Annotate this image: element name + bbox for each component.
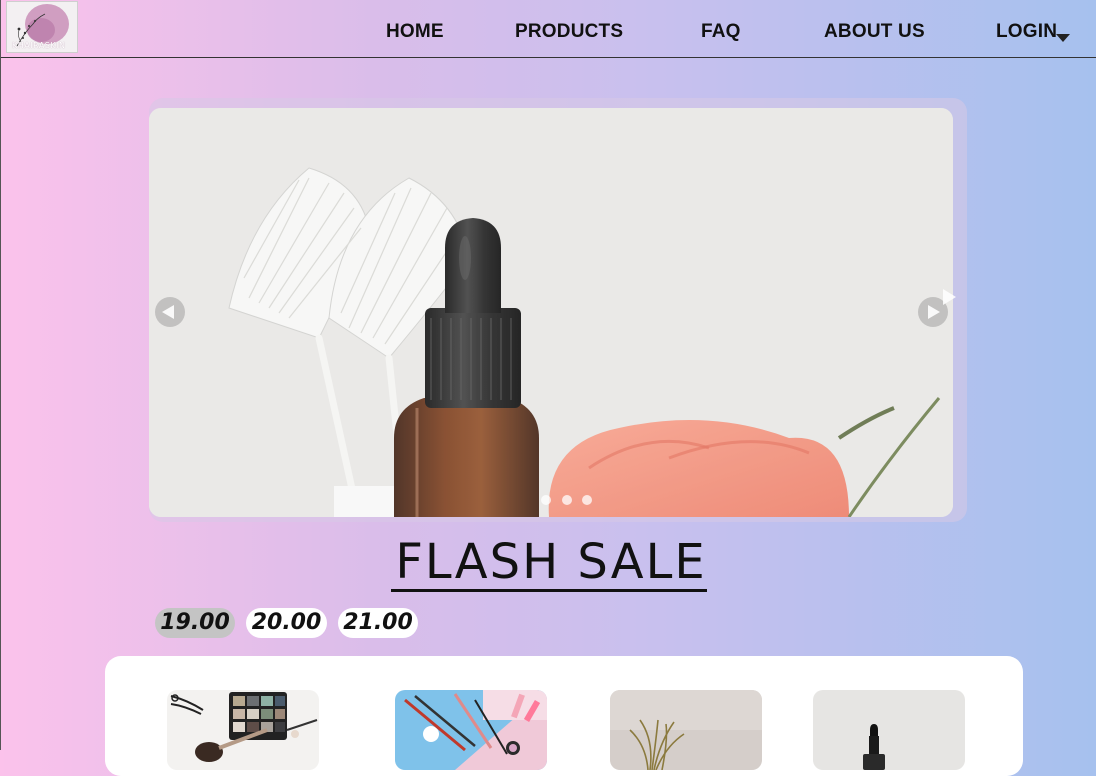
makeup-brushes-image xyxy=(395,690,547,770)
logo-text: KHAIRASKIN xyxy=(12,41,66,50)
nav-login-link[interactable]: LOGIN xyxy=(996,21,1057,43)
time-slot-2000[interactable]: 20.00 xyxy=(246,608,327,638)
flash-sale-title: FLASH SALE xyxy=(391,535,707,592)
top-navbar: KHAIRASKIN HOME PRODUCTS FAQ ABOUT US LO… xyxy=(1,0,1096,58)
carousel-dot-1[interactable] xyxy=(541,495,551,505)
time-slot-2100[interactable]: 21.00 xyxy=(338,608,418,638)
brand-logo[interactable]: KHAIRASKIN xyxy=(6,1,78,53)
product-card-eyeshadow[interactable] xyxy=(167,690,319,770)
hero-carousel[interactable] xyxy=(149,108,953,517)
triangle-left-icon xyxy=(162,305,174,319)
nav-home-link[interactable]: HOME xyxy=(386,21,444,43)
triangle-right-icon xyxy=(943,289,956,305)
nav-about-link[interactable]: ABOUT US xyxy=(824,21,925,43)
carousel-dot-2[interactable] xyxy=(562,495,572,505)
nav-hover-underline xyxy=(747,57,1005,58)
nav-faq-link[interactable]: FAQ xyxy=(701,21,741,43)
carousel-dot-3[interactable] xyxy=(582,495,592,505)
nav-products-link[interactable]: PRODUCTS xyxy=(515,21,623,43)
serum-bottle-image xyxy=(813,690,965,770)
caret-down-icon[interactable] xyxy=(1056,34,1070,42)
product-card-serum[interactable] xyxy=(813,690,965,770)
palm-leaf-image xyxy=(610,690,762,770)
serum-bottle-slide-image xyxy=(149,108,953,517)
time-slot-1900[interactable]: 19.00 xyxy=(155,608,235,638)
flash-sale-heading: FLASH SALE xyxy=(1,534,1096,592)
carousel-prev-button[interactable] xyxy=(155,297,185,327)
eyeshadow-palette-image xyxy=(167,690,319,770)
product-card-brushes[interactable] xyxy=(395,690,547,770)
triangle-right-icon xyxy=(928,305,940,319)
product-card-palm[interactable] xyxy=(610,690,762,770)
